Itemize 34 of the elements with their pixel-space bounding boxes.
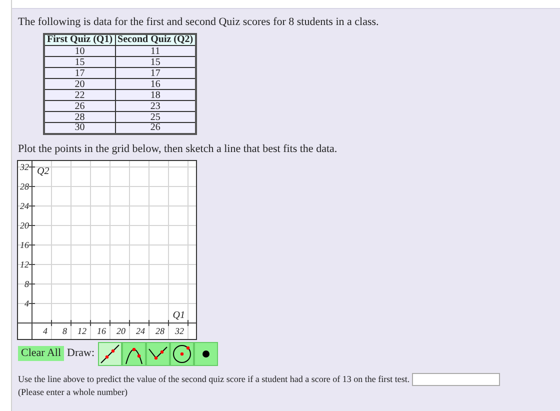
y-tick-label: 8 [24,278,29,288]
x-tick-label: 32 [175,326,184,336]
draw-tool-button[interactable] [122,342,146,366]
graph-grid[interactable]: 4 8 12 16 20 24 28 32 32 28 24 20 16 12 8 4 Q1 Q2 [17,160,197,340]
y-tick-label: 4 [24,298,29,308]
clear-all-button[interactable]: Clear All [18,346,64,361]
draw-tool-button[interactable] [146,342,170,366]
plot-instruction: Plot the points in the grid below, then sketch a line that best fits the data. [18,142,338,156]
y-tick-label: 28 [20,181,29,191]
y-tick-label: 32 [20,162,29,172]
x-tick-label: 12 [78,326,86,336]
y-tick-label: 24 [20,200,29,210]
x-tick-label: 8 [62,326,67,336]
x-axis-label: Q1 [172,310,185,320]
x-tick-label: 24 [136,326,145,336]
draw-label: Draw: [67,346,95,362]
draw-tool-button[interactable] [194,342,218,366]
x-tick-label: 4 [43,326,48,336]
question-text: Use the line above to predict the value of the second quiz score if a student had a score of 13 on the first test. [18,374,410,384]
draw-tool-button[interactable] [98,342,122,366]
line-tool-icon [98,342,121,364]
circle-tool-icon [170,342,193,364]
answer-note: (Please enter a whole number) [18,386,128,397]
answer-field[interactable] [412,372,500,386]
intro-text: The following is data for the first and second Quiz scores for 8 students in a class. [18,15,380,29]
y-tick-label: 12 [20,259,29,269]
x-tick-label: 20 [116,326,126,336]
y-tick-label: 20 [20,220,29,230]
y-axis-label: Q2 [37,166,50,176]
dot-tool-icon [202,350,210,358]
y-tick-label: 16 [20,240,29,250]
x-tick-label: 16 [97,326,106,336]
x-tick-label: 28 [156,326,164,336]
draw-tool-button[interactable] [170,342,194,366]
